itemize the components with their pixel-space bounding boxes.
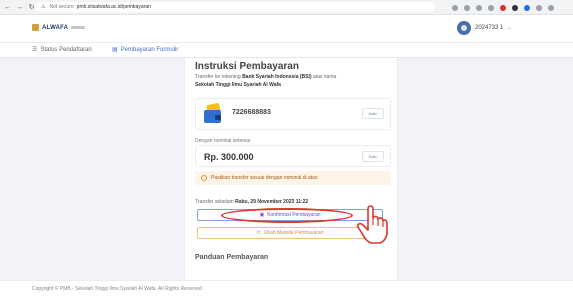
desc-prefix: Transfer ke rekening: [195, 74, 243, 80]
user-menu[interactable]: 2024733 1 ⌄: [457, 21, 512, 35]
pointer-hand-icon: [356, 205, 388, 244]
bank-name: Bank Syariah Indonesia (BSI): [242, 74, 312, 80]
recipient-name: Sekolah Tinggi Ilmu Syariah Al Wafa: [195, 82, 281, 88]
back-icon[interactable]: ←: [3, 3, 12, 12]
logo-text: ALWAFA: [42, 24, 69, 31]
card-icon: ▤: [112, 47, 118, 53]
menu-icon[interactable]: [548, 4, 554, 11]
zoom-icon[interactable]: [464, 4, 470, 11]
payment-guide-title: Panduan Pembayaran: [195, 254, 269, 261]
warning-alert: ! Pastikan transfer sesuai dengan nomina…: [195, 171, 391, 185]
amount-box: Rp. 300.000 Salin: [195, 145, 391, 167]
payment-amount: Rp. 300.000: [204, 152, 254, 162]
menu-item-label: Status Pendaftaran: [40, 46, 92, 53]
page-footer: Copyright © PMB - Sekolah Tinggi Ilmu Sy…: [0, 280, 573, 296]
warning-text: Pastikan transfer sesuai dengan nominal …: [211, 175, 318, 181]
app-header: ALWAFA 2024733 1 ⌄: [0, 15, 573, 43]
deadline-date: Rabu, 29 November 2023 11:22: [235, 199, 309, 205]
chevron-down-icon: ⌄: [507, 25, 512, 31]
document-icon: ▣: [259, 212, 265, 218]
menu-item-pembayaran-formulir[interactable]: ▤ Pembayaran Formulir: [112, 46, 179, 54]
logo[interactable]: ALWAFA: [32, 24, 86, 31]
deadline-prefix: Transfer sebelum: [195, 199, 236, 205]
address-bar[interactable]: ⚠ Not secure pmb.stisalwafa.ac.id/pembay…: [35, 2, 435, 12]
profile-icon[interactable]: [536, 4, 542, 11]
star-icon[interactable]: [488, 4, 494, 11]
page-title: Instruksi Pembayaran: [195, 61, 299, 72]
desc-middle: atas nama: [311, 74, 337, 80]
list-icon: ☰: [32, 47, 38, 53]
url-security-label: Not secure: [49, 4, 74, 10]
extensions-icon[interactable]: [524, 4, 530, 11]
payment-deadline: Transfer sebelum Rabu, 29 November 2023 …: [195, 199, 308, 205]
account-number-box: 7226688883 Salin: [195, 98, 391, 130]
payment-card: Instruksi Pembayaran Transfer ke rekenin…: [184, 58, 398, 280]
refresh-icon: ⟳: [256, 230, 261, 236]
payment-description: Transfer ke rekening Bank Syariah Indone…: [195, 73, 390, 89]
browser-toolbar: ← → ↻ ⚠ Not secure pmb.stisalwafa.ac.id/…: [0, 0, 573, 15]
extension-icons: [452, 3, 554, 12]
logo-mark-icon: [32, 24, 39, 31]
extension-dark-icon[interactable]: [512, 4, 518, 11]
logo-subtitle: [71, 26, 86, 29]
copy-account-button[interactable]: Salin: [362, 108, 384, 119]
not-secure-icon: ⚠: [41, 4, 46, 10]
forward-icon[interactable]: →: [15, 3, 24, 12]
extension-red-icon[interactable]: [500, 4, 506, 11]
translate-icon[interactable]: [452, 4, 458, 11]
menu-item-status-pendaftaran[interactable]: ☰ Status Pendaftaran: [32, 46, 92, 54]
user-id: 2024733 1: [475, 25, 504, 31]
nominal-label: Dengan nominal sebesar: [195, 138, 251, 144]
main-menu: ☰ Status Pendaftaran ▤ Pembayaran Formul…: [0, 43, 573, 58]
url-text: pmb.stisalwafa.ac.id/pembayaran: [76, 4, 151, 10]
wallet-icon: [204, 102, 224, 124]
copy-amount-button[interactable]: Salin: [362, 151, 384, 162]
info-icon: !: [201, 175, 207, 181]
share-icon[interactable]: [476, 4, 482, 11]
footer-copyright: Copyright © PMB - Sekolah Tinggi Ilmu Sy…: [32, 286, 202, 292]
account-number: 7226688883: [232, 109, 271, 116]
change-method-label: Ubah Metode Pembayaran: [263, 230, 324, 236]
confirm-payment-label: Konfirmasi Pembayaran: [267, 212, 321, 218]
menu-item-label: Pembayaran Formulir: [120, 46, 179, 53]
avatar: [457, 21, 471, 35]
